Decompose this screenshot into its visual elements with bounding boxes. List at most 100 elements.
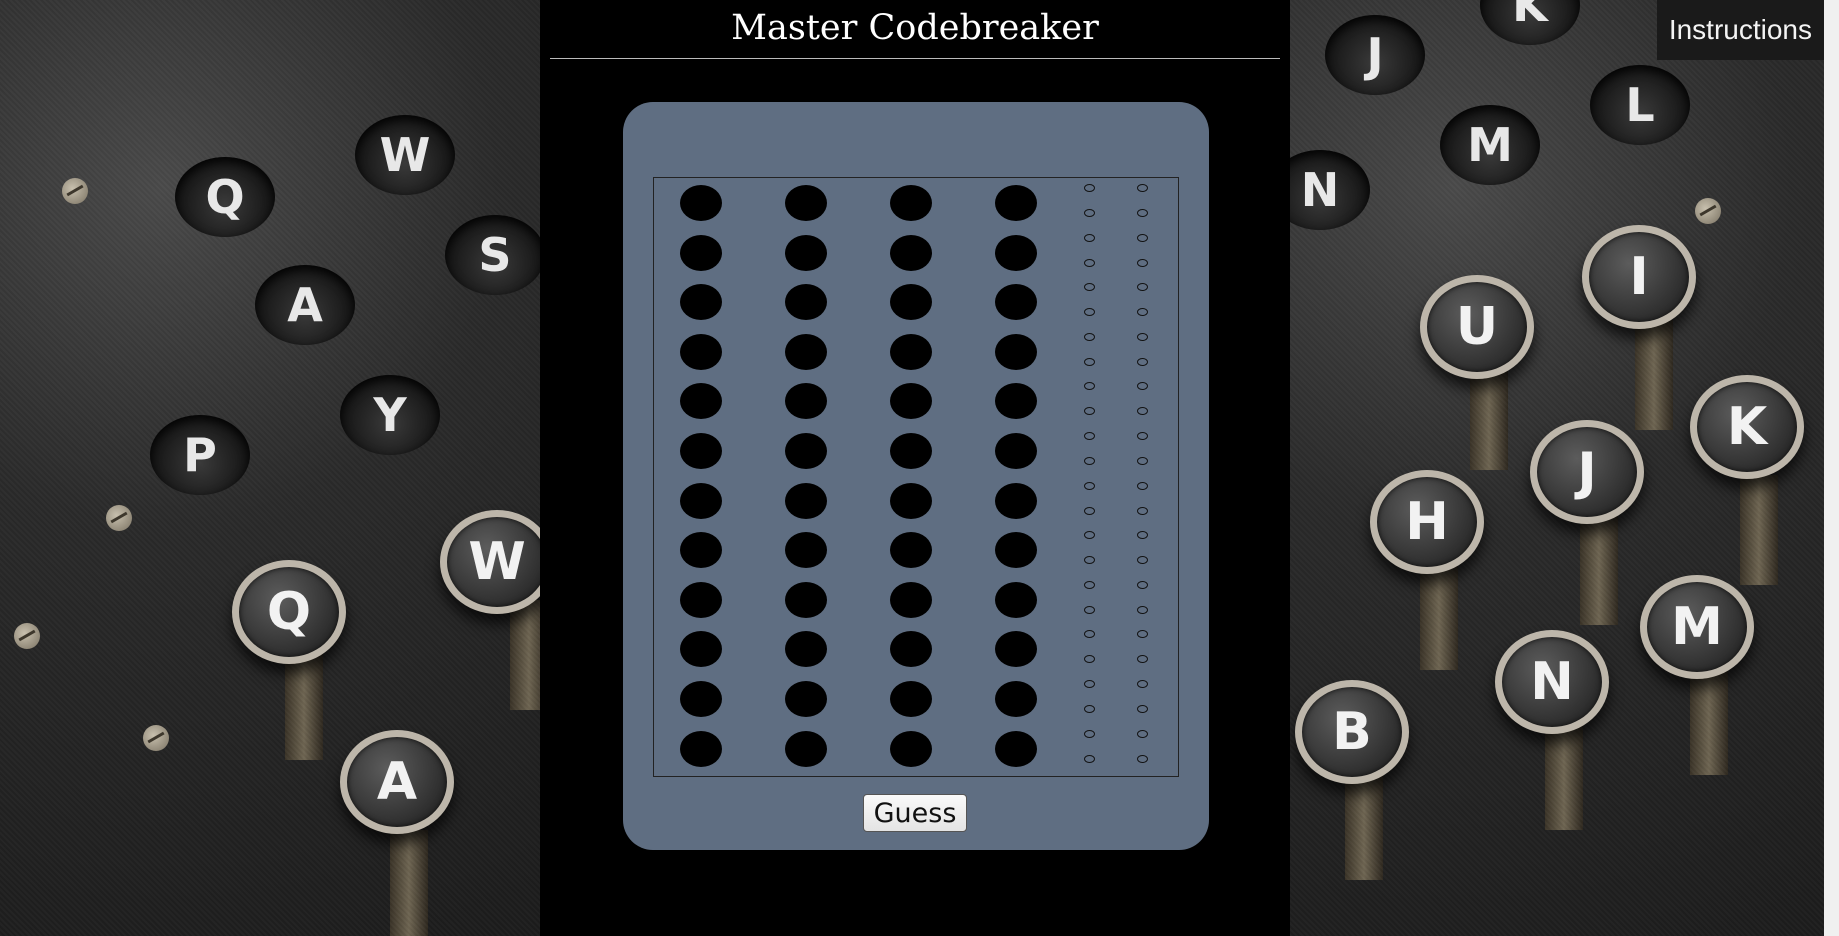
- feedback-pin: [1084, 308, 1095, 317]
- key-hole: Y: [340, 375, 440, 455]
- peg-slot[interactable]: [680, 433, 722, 469]
- peg-slot[interactable]: [680, 730, 722, 767]
- peg-slot[interactable]: [680, 284, 722, 321]
- feedback-pin: [1137, 432, 1148, 440]
- key-cap: A: [340, 730, 454, 834]
- feedback-pin: [1084, 605, 1095, 614]
- feedback-pin: [1084, 283, 1095, 292]
- key-stem: [1635, 320, 1673, 430]
- peg-slot[interactable]: [890, 284, 932, 321]
- key-hole: M: [1440, 105, 1540, 185]
- peg-slot[interactable]: [680, 681, 722, 717]
- peg-slot[interactable]: [680, 185, 722, 221]
- peg-slot[interactable]: [890, 482, 932, 519]
- peg-slot[interactable]: [890, 234, 932, 271]
- screw: [106, 505, 132, 531]
- guess-row: [654, 624, 1178, 674]
- key-hole: S: [445, 215, 540, 295]
- peg-slot[interactable]: [995, 631, 1037, 668]
- peg-slot[interactable]: [785, 631, 827, 668]
- peg-slot[interactable]: [890, 631, 932, 668]
- key-cap: B: [1295, 680, 1409, 784]
- guess-button[interactable]: Guess: [863, 794, 967, 832]
- screw: [62, 178, 88, 204]
- feedback-pin: [1084, 332, 1095, 341]
- key-cap: M: [1640, 575, 1754, 679]
- background-image-left: Q W S A P Y Q W A: [0, 0, 540, 936]
- guess-row: [654, 525, 1178, 575]
- peg-slot[interactable]: [995, 681, 1037, 717]
- key-hole: N: [1290, 150, 1370, 230]
- peg-slot[interactable]: [785, 383, 827, 420]
- peg-slot[interactable]: [890, 681, 932, 717]
- peg-slot[interactable]: [785, 333, 827, 370]
- peg-slot[interactable]: [890, 433, 932, 469]
- feedback-pin: [1137, 556, 1148, 565]
- peg-slot[interactable]: [890, 581, 932, 618]
- peg-slot[interactable]: [890, 730, 932, 767]
- peg-slot[interactable]: [785, 581, 827, 618]
- peg-slot[interactable]: [785, 532, 827, 569]
- key-stem: [510, 600, 540, 710]
- feedback-pin: [1084, 506, 1095, 515]
- feedback-pin: [1137, 580, 1148, 589]
- screw: [1695, 198, 1721, 224]
- key-cap: W: [440, 510, 540, 614]
- key-hole: J: [1325, 15, 1425, 95]
- key-cap: I: [1582, 225, 1696, 329]
- key-stem: [1740, 475, 1778, 585]
- peg-slot[interactable]: [995, 581, 1037, 618]
- screw: [143, 725, 169, 751]
- peg-slot[interactable]: [995, 532, 1037, 569]
- guess-row: [654, 327, 1178, 377]
- peg-slot[interactable]: [680, 383, 722, 420]
- peg-slot[interactable]: [680, 581, 722, 618]
- page: Q W S A P Y Q W A Master Codebreaker Gue…: [0, 0, 1839, 936]
- feedback-pin: [1137, 655, 1148, 664]
- peg-slot[interactable]: [995, 284, 1037, 321]
- scrollbar[interactable]: [1824, 0, 1839, 936]
- peg-slot[interactable]: [680, 631, 722, 668]
- peg-slot[interactable]: [995, 482, 1037, 519]
- peg-slot[interactable]: [995, 730, 1037, 767]
- guess-row: [654, 575, 1178, 625]
- feedback-pin: [1137, 729, 1148, 738]
- feedback-pin: [1084, 258, 1095, 267]
- peg-slot[interactable]: [995, 185, 1037, 221]
- guess-row: [654, 277, 1178, 327]
- peg-slot[interactable]: [995, 234, 1037, 271]
- feedback-pin: [1137, 630, 1148, 639]
- peg-slot[interactable]: [785, 284, 827, 321]
- peg-slot[interactable]: [680, 532, 722, 569]
- instructions-button[interactable]: Instructions: [1656, 0, 1824, 60]
- peg-slot[interactable]: [785, 681, 827, 717]
- peg-slot[interactable]: [995, 333, 1037, 370]
- peg-slot[interactable]: [785, 482, 827, 519]
- peg-slot[interactable]: [995, 383, 1037, 420]
- peg-slot[interactable]: [680, 234, 722, 271]
- guess-row: [654, 228, 1178, 278]
- feedback-pin: [1137, 357, 1148, 366]
- peg-slot[interactable]: [785, 234, 827, 271]
- peg-slot[interactable]: [890, 532, 932, 569]
- feedback-pin: [1137, 184, 1148, 192]
- peg-slot[interactable]: [680, 482, 722, 519]
- key-stem: [1545, 720, 1583, 830]
- feedback-pin: [1137, 705, 1148, 713]
- key-cap: N: [1495, 630, 1609, 734]
- feedback-pin: [1084, 407, 1095, 416]
- peg-slot[interactable]: [890, 185, 932, 221]
- peg-slot[interactable]: [890, 383, 932, 420]
- peg-slot[interactable]: [890, 333, 932, 370]
- guess-row: [654, 426, 1178, 476]
- guess-row: [654, 724, 1178, 774]
- game-board: [653, 177, 1179, 777]
- peg-slot[interactable]: [785, 433, 827, 469]
- peg-slot[interactable]: [785, 185, 827, 221]
- peg-slot[interactable]: [680, 333, 722, 370]
- key-hole: A: [255, 265, 355, 345]
- peg-slot[interactable]: [785, 730, 827, 767]
- feedback-pin: [1084, 580, 1095, 589]
- feedback-pin: [1084, 729, 1095, 738]
- peg-slot[interactable]: [995, 433, 1037, 469]
